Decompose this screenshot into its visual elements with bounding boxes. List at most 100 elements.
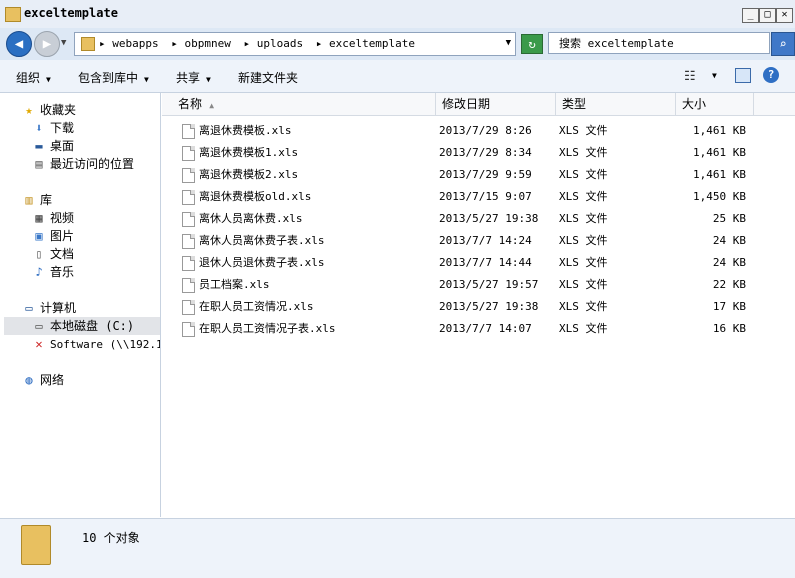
file-size: 1,461 KB xyxy=(693,168,746,181)
file-type: XLS 文件 xyxy=(559,146,608,159)
file-icon xyxy=(182,146,195,161)
nav-documents[interactable]: ▯ 文档 xyxy=(32,245,74,263)
include-in-library-menu[interactable]: 包含到库中 ▼ xyxy=(78,69,149,86)
file-modified: 2013/7/15 9:07 xyxy=(439,190,532,203)
file-type: XLS 文件 xyxy=(559,256,608,269)
column-header-modified[interactable]: 修改日期 xyxy=(436,93,556,115)
file-name: 离退休费模板1.xls xyxy=(199,146,299,159)
file-modified: 2013/5/27 19:38 xyxy=(439,212,539,225)
column-header-row: 名称 ▲ 修改日期 类型 大小 xyxy=(162,93,795,116)
table-row[interactable]: 在职人员工资情况.xls 2013/5/27 19:38 XLS 文件 17 KB xyxy=(162,296,795,318)
file-icon xyxy=(182,234,195,249)
file-list: 名称 ▲ 修改日期 类型 大小 离退休费模板.xls 2013/7/29 8:26… xyxy=(162,93,795,517)
nav-recent[interactable]: ▤ 最近访问的位置 xyxy=(32,155,134,173)
file-modified: 2013/5/27 19:38 xyxy=(439,300,539,313)
nav-computer[interactable]: ▭ 计算机 xyxy=(22,299,76,317)
include-label: 包含到库中 xyxy=(78,71,139,85)
minimize-button[interactable]: _ xyxy=(742,8,759,23)
file-modified: 2013/7/7 14:07 xyxy=(439,322,532,335)
chevron-down-icon[interactable]: ▼ xyxy=(506,38,511,48)
nav-label: 图片 xyxy=(50,229,75,243)
nav-local-disk[interactable]: ▭ 本地磁盘 (C:) xyxy=(4,317,160,335)
address-input[interactable]: ▸ webapps ▸ obpmnew ▸ uploads ▸ exceltem… xyxy=(74,32,516,56)
column-header-size[interactable]: 大小 xyxy=(676,93,754,115)
nav-label: 下载 xyxy=(50,121,75,135)
breadcrumb-uploads[interactable]: uploads xyxy=(257,37,303,50)
file-type: XLS 文件 xyxy=(559,190,608,203)
organize-label: 组织 xyxy=(16,71,41,85)
file-icon xyxy=(182,322,195,337)
preview-pane-icon[interactable] xyxy=(735,68,751,83)
file-type: XLS 文件 xyxy=(559,168,608,181)
table-row[interactable]: 离退休费模板.xls 2013/7/29 8:26 XLS 文件 1,461 KB xyxy=(162,120,795,142)
item-count: 10 个对象 xyxy=(82,531,140,545)
file-size: 1,461 KB xyxy=(693,124,746,137)
details-pane: 10 个对象 xyxy=(0,518,795,578)
history-dropdown-icon[interactable]: ▼ xyxy=(61,38,66,48)
chevron-down-icon[interactable]: ▼ xyxy=(712,71,717,80)
file-icon xyxy=(182,212,195,227)
share-label: 共享 xyxy=(176,71,201,85)
nav-software-share[interactable]: ✕ Software (\\192.16 xyxy=(32,335,160,353)
share-menu[interactable]: 共享 ▼ xyxy=(176,69,211,86)
column-header-name[interactable]: 名称 ▲ xyxy=(172,93,436,115)
breadcrumb-exceltemplate[interactable]: exceltemplate xyxy=(329,37,415,50)
maximize-button[interactable]: □ xyxy=(759,8,776,23)
file-type: XLS 文件 xyxy=(559,300,608,313)
nav-desktop[interactable]: ▬ 桌面 xyxy=(32,137,74,155)
file-name: 离退休费模板old.xls xyxy=(199,190,312,203)
file-icon xyxy=(182,278,195,293)
nav-videos[interactable]: ▦ 视频 xyxy=(32,209,74,227)
refresh-button[interactable]: ↻ xyxy=(521,34,543,54)
table-row[interactable]: 在职人员工资情况子表.xls 2013/7/7 14:07 XLS 文件 16 KB xyxy=(162,318,795,340)
breadcrumb-obpmnew[interactable]: obpmnew xyxy=(184,37,230,50)
column-label: 名称 xyxy=(178,97,203,111)
help-icon[interactable]: ? xyxy=(763,67,779,83)
chevron-down-icon: ▼ xyxy=(206,75,211,84)
nav-downloads[interactable]: ⬇ 下载 xyxy=(32,119,74,137)
column-header-type[interactable]: 类型 xyxy=(556,93,676,115)
file-name: 在职人员工资情况子表.xls xyxy=(199,322,336,335)
file-type: XLS 文件 xyxy=(559,278,608,291)
view-options-icon[interactable]: ☷ xyxy=(684,69,696,84)
search-button[interactable]: ⌕ xyxy=(771,32,795,56)
nav-network[interactable]: ◍ 网络 xyxy=(22,371,64,389)
table-row[interactable]: 员工档案.xls 2013/5/27 19:57 XLS 文件 22 KB xyxy=(162,274,795,296)
file-size: 1,461 KB xyxy=(693,146,746,159)
chevron-down-icon: ▼ xyxy=(46,75,51,84)
nav-label: 文档 xyxy=(50,247,75,261)
file-icon xyxy=(182,190,195,205)
table-row[interactable]: 离休人员离休费子表.xls 2013/7/7 14:24 XLS 文件 24 KB xyxy=(162,230,795,252)
file-modified: 2013/7/29 9:59 xyxy=(439,168,532,181)
command-toolbar: 组织 ▼ 包含到库中 ▼ 共享 ▼ 新建文件夹 ☷ ▼ ? xyxy=(0,60,795,93)
organize-menu[interactable]: 组织 ▼ xyxy=(16,69,51,86)
music-icon: ♪ xyxy=(35,265,43,279)
chevron-right-icon: ▸ xyxy=(171,37,185,50)
download-icon: ⬇ xyxy=(35,121,43,135)
breadcrumb-webapps[interactable]: webapps xyxy=(112,37,158,50)
picture-icon: ▣ xyxy=(35,229,43,243)
nav-music[interactable]: ♪ 音乐 xyxy=(32,263,74,281)
table-row[interactable]: 退休人员退休费子表.xls 2013/7/7 14:44 XLS 文件 24 KB xyxy=(162,252,795,274)
nav-libraries[interactable]: ▥ 库 xyxy=(22,191,52,209)
nav-favorites[interactable]: ★ 收藏夹 xyxy=(22,101,76,119)
table-row[interactable]: 离休人员离休费.xls 2013/5/27 19:38 XLS 文件 25 KB xyxy=(162,208,795,230)
nav-label: 收藏夹 xyxy=(40,103,77,117)
file-size: 22 KB xyxy=(712,278,746,291)
table-row[interactable]: 离退休费模板1.xls 2013/7/29 8:34 XLS 文件 1,461 KB xyxy=(162,142,795,164)
file-size: 1,450 KB xyxy=(693,190,746,203)
forward-button[interactable]: ▶ xyxy=(34,31,60,57)
nav-label: 网络 xyxy=(40,373,65,387)
computer-icon: ▭ xyxy=(25,301,33,315)
close-button[interactable]: ✕ xyxy=(776,8,793,23)
new-folder-button[interactable]: 新建文件夹 xyxy=(238,69,298,86)
table-row[interactable]: 离退休费模板2.xls 2013/7/29 9:59 XLS 文件 1,461 KB xyxy=(162,164,795,186)
nav-label: 本地磁盘 (C:) xyxy=(50,319,135,333)
back-button[interactable]: ◀ xyxy=(6,31,32,57)
file-name: 在职人员工资情况.xls xyxy=(199,300,314,313)
desktop-icon: ▬ xyxy=(35,139,43,153)
nav-label: 最近访问的位置 xyxy=(50,157,135,171)
table-row[interactable]: 离退休费模板old.xls 2013/7/15 9:07 XLS 文件 1,450 K… xyxy=(162,186,795,208)
nav-pictures[interactable]: ▣ 图片 xyxy=(32,227,74,245)
search-input[interactable]: 搜索 exceltemplate xyxy=(548,32,770,54)
